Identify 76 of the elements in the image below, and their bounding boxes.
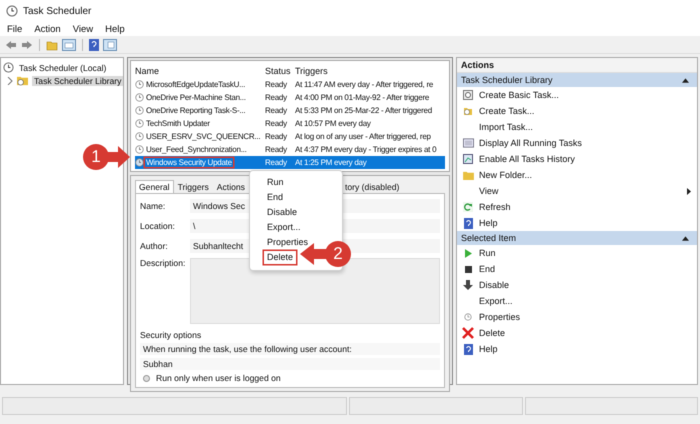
tree-item[interactable]: Task Scheduler (Local) <box>17 62 108 72</box>
pane-command[interactable]: View <box>479 186 687 196</box>
task-name: USER_ESRV_SVC_QUEENCR... <box>145 132 262 141</box>
pane-command[interactable]: Delete <box>479 328 691 338</box>
menu-item[interactable]: Action <box>34 24 61 34</box>
task-row[interactable]: MicrosoftEdgeUpdateTaskU... Ready At 11:47 AM every day - After triggered, re <box>135 78 445 91</box>
tab[interactable]: Actions <box>212 180 249 193</box>
section-title: Selected Item <box>461 233 516 243</box>
task-status: Ready <box>265 93 288 102</box>
task-name: Windows Security Update <box>145 158 233 167</box>
task-status: Ready <box>265 145 288 154</box>
menu-item[interactable]: Help <box>105 24 125 34</box>
pane-command[interactable]: Refresh <box>479 202 691 212</box>
task-row[interactable]: USER_ESRV_SVC_QUEENCR... Ready At log on of any user - After triggered, rep <box>135 130 445 143</box>
pane-command[interactable]: Create Basic Task... <box>479 90 691 100</box>
pane-command[interactable]: Display All Running Tasks <box>479 138 691 148</box>
section-title: Task Scheduler Library <box>461 75 553 85</box>
task-trigger: At 4:00 PM on 01-May-92 - After triggere <box>295 93 430 102</box>
tab[interactable]: Triggers <box>174 180 213 193</box>
menu-item[interactable]: Properties <box>264 236 312 249</box>
tab[interactable]: General <box>135 180 174 193</box>
task-row[interactable]: TechSmith Updater Ready At 10:57 PM every day <box>135 117 445 130</box>
pane-command[interactable]: Create Task... <box>479 106 691 116</box>
task-status: Ready <box>265 132 288 141</box>
field-label: Author: <box>140 241 169 251</box>
pane-command[interactable]: End <box>479 264 691 274</box>
pane-command[interactable]: Run <box>479 248 691 258</box>
task-trigger: At 5:33 PM on 25-Mar-22 - After triggered <box>295 106 432 115</box>
task-status: Ready <box>265 119 288 128</box>
panel-title: Actions <box>457 58 697 73</box>
task-row[interactable]: User_Feed_Synchronization... Ready At 4:37 PM every day - Trigger expires at 0 <box>135 143 445 156</box>
task-row[interactable]: OneDrive Reporting Task-S-... Ready At 5:33 PM on 25-Mar-22 - After triggered <box>135 104 445 117</box>
task-row[interactable]: OneDrive Per-Machine Stan... Ready At 4:00 PM on 01-May-92 - After triggere <box>135 91 445 104</box>
tree-item[interactable]: Task Scheduler Library <box>32 76 124 86</box>
task-row[interactable]: Windows Security Update Ready At 1:25 PM every day <box>135 156 445 169</box>
task-status: Ready <box>265 158 288 167</box>
pane-command[interactable]: New Folder... <box>479 170 691 180</box>
menu-item[interactable]: View <box>72 24 94 34</box>
section-header[interactable]: Selected Item <box>457 231 697 245</box>
pane-command[interactable]: Disable <box>479 280 691 290</box>
task-name: OneDrive Per-Machine Stan... <box>145 93 247 102</box>
task-trigger: At 11:47 AM every day - After triggered, re <box>295 80 434 89</box>
column-header[interactable]: Status <box>265 66 295 76</box>
task-name: TechSmith Updater <box>145 119 211 128</box>
section-header[interactable]: Task Scheduler Library <box>457 73 697 87</box>
column-header[interactable]: Triggers <box>295 66 328 76</box>
radio-label: Run only when user is logged on <box>156 373 281 383</box>
tab[interactable]: tory (disabled) <box>340 180 404 193</box>
pane-command[interactable]: Help <box>479 344 691 354</box>
task-name: User_Feed_Synchronization... <box>145 145 248 154</box>
field-label: Name: <box>140 201 166 211</box>
field-label: Description: <box>140 258 184 270</box>
task-trigger: At 1:25 PM every day <box>295 158 366 167</box>
menu-item[interactable]: File <box>7 24 22 34</box>
pane-command[interactable]: Properties <box>479 312 691 322</box>
user-account: Subhan <box>140 358 440 370</box>
pane-command[interactable]: Help <box>479 218 691 228</box>
step-number: 1 <box>90 147 102 167</box>
menu-item[interactable]: Delete <box>264 251 296 264</box>
task-trigger: At 10:57 PM every day <box>295 119 371 128</box>
section-title: Security options <box>140 330 202 340</box>
column-header[interactable]: Name <box>135 66 265 76</box>
pane-command[interactable]: Import Task... <box>479 122 691 132</box>
task-status: Ready <box>265 106 288 115</box>
account-prompt: When running the task, use the following user account: <box>140 343 440 355</box>
task-name: MicrosoftEdgeUpdateTaskU... <box>145 80 246 89</box>
task-trigger: At log on of any user - After triggered, rep <box>295 132 431 141</box>
pane-command[interactable]: Enable All Tasks History <box>479 154 691 164</box>
window-title: Task Scheduler <box>23 6 92 16</box>
pane-command[interactable]: Export... <box>479 296 691 306</box>
menu-item[interactable]: Export... <box>264 221 304 234</box>
field-label: Location: <box>140 221 176 231</box>
task-trigger: At 4:37 PM every day - Trigger expires at 0 <box>295 145 436 154</box>
menu-item[interactable]: Run <box>264 176 287 189</box>
task-status: Ready <box>265 80 288 89</box>
task-name: OneDrive Reporting Task-S-... <box>145 106 246 115</box>
